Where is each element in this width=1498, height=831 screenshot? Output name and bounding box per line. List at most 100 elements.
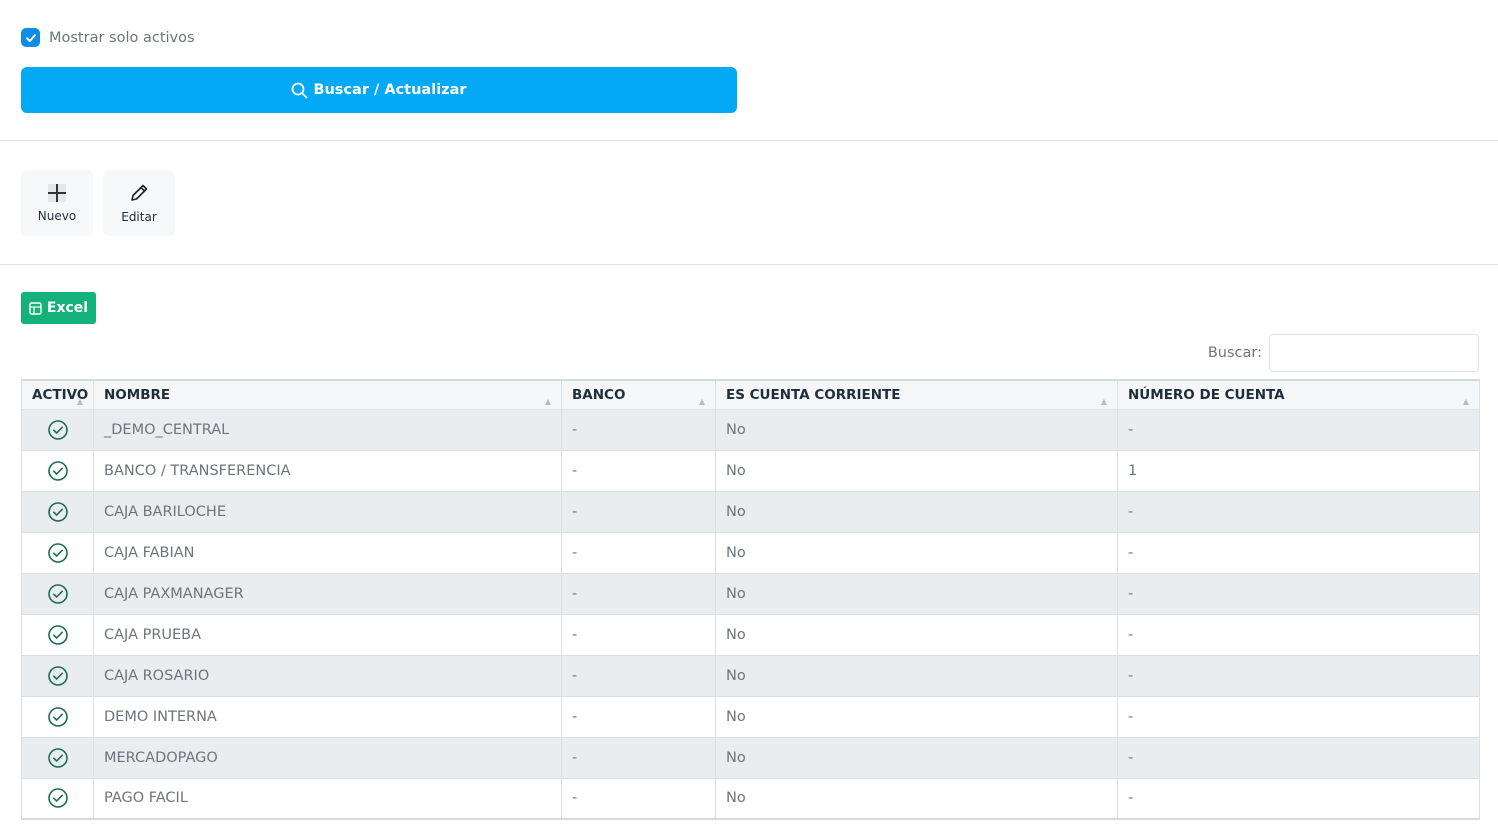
cell-es-cuenta-corriente: No xyxy=(715,654,1118,697)
cell-nombre: CAJA FABIAN xyxy=(93,531,562,574)
search-refresh-button[interactable]: Buscar / Actualizar xyxy=(21,67,737,113)
sort-icon: ▲ xyxy=(544,396,551,406)
edit-button[interactable]: Editar xyxy=(103,170,175,236)
check-circle-icon xyxy=(47,788,68,809)
cell-numero-de-cuenta: - xyxy=(1117,736,1480,779)
table-row[interactable]: MERCADOPAGO - No - xyxy=(21,736,1480,779)
check-circle-icon xyxy=(47,583,68,604)
cell-numero-de-cuenta: - xyxy=(1117,654,1480,697)
cell-es-cuenta-corriente: No xyxy=(715,490,1118,533)
pencil-icon xyxy=(131,184,148,201)
excel-export-button[interactable]: Excel xyxy=(21,292,96,324)
cell-numero-de-cuenta: - xyxy=(1117,572,1480,615)
cell-nombre: _DEMO_CENTRAL xyxy=(93,408,562,451)
column-header-banco[interactable]: BANCO ▲ xyxy=(561,379,716,410)
excel-label: Excel xyxy=(46,300,89,316)
excel-icon xyxy=(29,301,42,315)
cell-activo xyxy=(21,654,94,697)
cell-banco: - xyxy=(561,695,716,738)
table-row[interactable]: CAJA BARILOCHE - No - xyxy=(21,490,1480,533)
table-row[interactable]: PAGO FACIL - No - xyxy=(21,777,1480,820)
accounts-table: ACTIVO ▲ NOMBRE ▲ BANCO ▲ ES CUENTA CORRIEN… xyxy=(21,379,1480,820)
cell-numero-de-cuenta: - xyxy=(1117,777,1480,820)
table-row[interactable]: _DEMO_CENTRAL - No - xyxy=(21,408,1480,451)
cell-es-cuenta-corriente: No xyxy=(715,408,1118,451)
cell-nombre: CAJA BARILOCHE xyxy=(93,490,562,533)
cell-es-cuenta-corriente: No xyxy=(715,449,1118,492)
column-header-numero-de-cuenta[interactable]: NÚMERO DE CUENTA ▲ xyxy=(1117,379,1480,410)
divider xyxy=(0,264,1498,265)
cell-banco: - xyxy=(561,531,716,574)
check-circle-icon xyxy=(47,665,68,686)
cell-nombre: PAGO FACIL xyxy=(93,777,562,820)
search-icon xyxy=(292,82,308,98)
show-active-filter[interactable]: Mostrar solo activos xyxy=(21,28,195,47)
cell-activo xyxy=(21,531,94,574)
cell-activo xyxy=(21,490,94,533)
plus-icon xyxy=(48,184,66,202)
sort-icon: ▲ xyxy=(76,396,83,406)
cell-numero-de-cuenta: 1 xyxy=(1117,449,1480,492)
check-circle-icon xyxy=(47,706,68,727)
cell-activo xyxy=(21,777,94,820)
edit-label: Editar xyxy=(121,210,157,224)
show-active-checkbox[interactable] xyxy=(21,28,40,47)
cell-numero-de-cuenta: - xyxy=(1117,531,1480,574)
cell-nombre: BANCO / TRANSFERENCIA xyxy=(93,449,562,492)
cell-banco: - xyxy=(561,777,716,820)
cell-banco: - xyxy=(561,449,716,492)
check-circle-icon xyxy=(47,542,68,563)
cell-nombre: MERCADOPAGO xyxy=(93,736,562,779)
cell-es-cuenta-corriente: No xyxy=(715,695,1118,738)
cell-numero-de-cuenta: - xyxy=(1117,408,1480,451)
cell-es-cuenta-corriente: No xyxy=(715,572,1118,615)
cell-activo xyxy=(21,408,94,451)
table-search: Buscar: xyxy=(1208,334,1479,372)
check-icon xyxy=(25,33,36,42)
cell-banco: - xyxy=(561,490,716,533)
cell-numero-de-cuenta: - xyxy=(1117,695,1480,738)
cell-activo xyxy=(21,572,94,615)
cell-activo xyxy=(21,695,94,738)
column-header-activo[interactable]: ACTIVO ▲ xyxy=(21,379,94,410)
sort-icon: ▲ xyxy=(1100,396,1107,406)
cell-es-cuenta-corriente: No xyxy=(715,531,1118,574)
check-circle-icon xyxy=(47,460,68,481)
column-header-es-cuenta-corriente[interactable]: ES CUENTA CORRIENTE ▲ xyxy=(715,379,1118,410)
table-row[interactable]: CAJA PRUEBA - No - xyxy=(21,613,1480,656)
table-header-row: ACTIVO ▲ NOMBRE ▲ BANCO ▲ ES CUENTA CORRIEN… xyxy=(21,379,1480,410)
cell-numero-de-cuenta: - xyxy=(1117,490,1480,533)
sort-icon: ▲ xyxy=(698,396,705,406)
cell-banco: - xyxy=(561,408,716,451)
cell-numero-de-cuenta: - xyxy=(1117,613,1480,656)
cell-activo xyxy=(21,613,94,656)
table-row[interactable]: CAJA ROSARIO - No - xyxy=(21,654,1480,697)
check-circle-icon xyxy=(47,747,68,768)
table-row[interactable]: CAJA PAXMANAGER - No - xyxy=(21,572,1480,615)
check-circle-icon xyxy=(47,624,68,645)
cell-es-cuenta-corriente: No xyxy=(715,613,1118,656)
new-label: Nuevo xyxy=(37,209,77,223)
column-header-nombre[interactable]: NOMBRE ▲ xyxy=(93,379,562,410)
cell-nombre: CAJA PAXMANAGER xyxy=(93,572,562,615)
check-circle-icon xyxy=(47,419,68,440)
check-circle-icon xyxy=(47,501,68,522)
divider xyxy=(0,140,1498,141)
table-row[interactable]: CAJA FABIAN - No - xyxy=(21,531,1480,574)
cell-es-cuenta-corriente: No xyxy=(715,736,1118,779)
cell-activo xyxy=(21,736,94,779)
cell-activo xyxy=(21,449,94,492)
cell-banco: - xyxy=(561,736,716,779)
show-active-label: Mostrar solo activos xyxy=(49,29,195,46)
cell-nombre: DEMO INTERNA xyxy=(93,695,562,738)
cell-es-cuenta-corriente: No xyxy=(715,777,1118,820)
table-row[interactable]: BANCO / TRANSFERENCIA - No 1 xyxy=(21,449,1480,492)
cell-nombre: CAJA PRUEBA xyxy=(93,613,562,656)
table-row[interactable]: DEMO INTERNA - No - xyxy=(21,695,1480,738)
table-search-label: Buscar: xyxy=(1207,345,1262,361)
new-button[interactable]: Nuevo xyxy=(21,170,93,236)
cell-banco: - xyxy=(561,654,716,697)
table-search-input[interactable] xyxy=(1269,334,1479,372)
cell-nombre: CAJA ROSARIO xyxy=(93,654,562,697)
sort-icon: ▲ xyxy=(1462,396,1469,406)
